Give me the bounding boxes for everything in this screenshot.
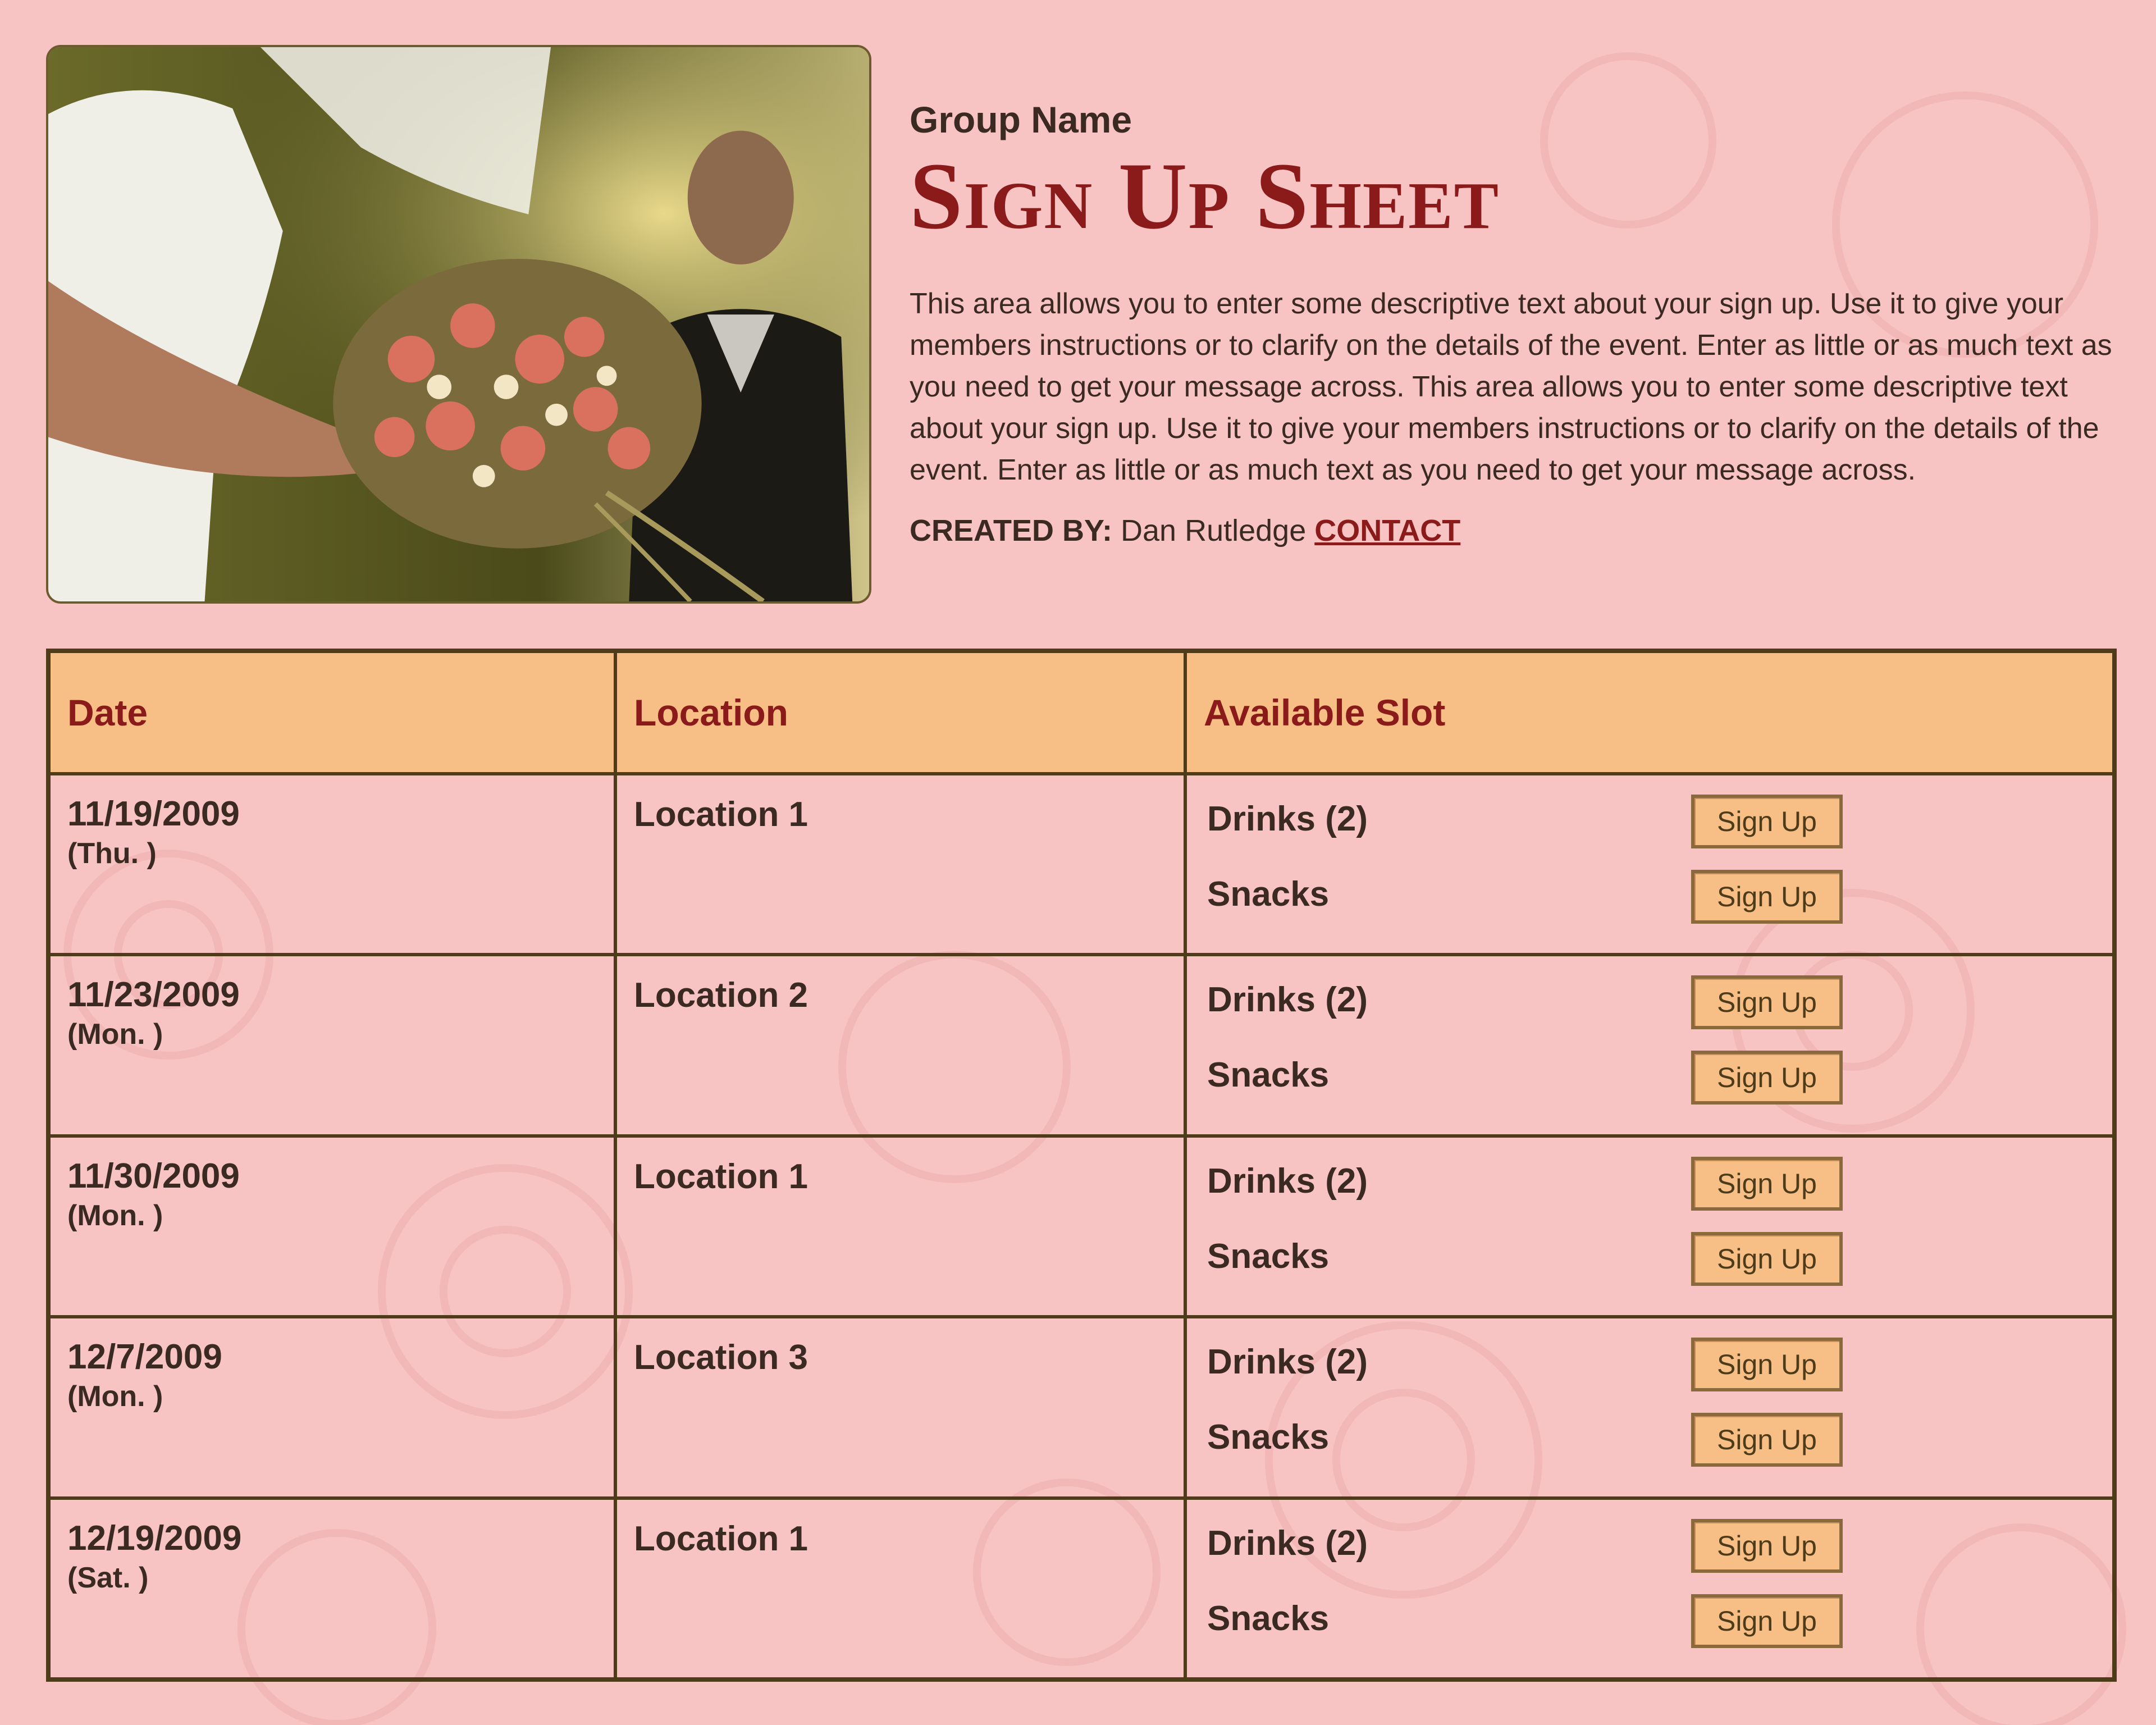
slot-row: Drinks (2) Sign Up [1204, 975, 2112, 1051]
sign-up-button[interactable]: Sign Up [1691, 975, 1843, 1030]
sign-up-button[interactable]: Sign Up [1691, 1518, 1843, 1573]
sign-up-button[interactable]: Sign Up [1691, 1413, 1843, 1467]
slot-row: Snacks Sign Up [1204, 870, 2112, 945]
slot-name: Drinks (2) [1207, 1161, 1368, 1201]
day-value: (Mon. ) [67, 1018, 163, 1051]
column-header-location: Location [614, 649, 1187, 775]
slot-cell: Drinks (2) Sign Up Snacks Sign Up [1184, 953, 2116, 1138]
sign-up-button[interactable]: Sign Up [1691, 870, 1843, 924]
table-row: 11/30/2009 (Mon. ) Location 1 Drinks (2)… [47, 1134, 2116, 1319]
location-cell: Location 3 [614, 1315, 1187, 1500]
slot-row: Snacks Sign Up [1204, 1051, 2112, 1126]
slot-row: Snacks Sign Up [1204, 1594, 2112, 1669]
sign-up-button[interactable]: Sign Up [1691, 1594, 1843, 1648]
day-value: (Sat. ) [67, 1561, 149, 1594]
location-value: Location 1 [634, 795, 808, 834]
location-value: Location 1 [634, 1519, 808, 1558]
slot-name: Drinks (2) [1207, 1343, 1368, 1382]
location-cell: Location 1 [614, 1134, 1187, 1319]
slot-name: Drinks (2) [1207, 980, 1368, 1020]
date-value: 11/23/2009 [67, 975, 240, 1015]
slot-cell: Drinks (2) Sign Up Snacks Sign Up [1184, 1496, 2116, 1682]
sign-up-button[interactable]: Sign Up [1691, 1051, 1843, 1105]
signup-table: Date Location Available Slot 11/19/2009 … [46, 649, 2117, 1682]
date-cell: 12/7/2009 (Mon. ) [47, 1315, 617, 1500]
created-by: CREATED BY: Dan Rutledge CONTACT [910, 513, 2122, 548]
slot-row: Drinks (2) Sign Up [1204, 1338, 2112, 1413]
slot-cell: Drinks (2) Sign Up Snacks Sign Up [1184, 772, 2116, 957]
slot-row: Snacks Sign Up [1204, 1413, 2112, 1488]
slot-name: Drinks (2) [1207, 1523, 1368, 1563]
table-row: 11/23/2009 (Mon. ) Location 2 Drinks (2)… [47, 953, 2116, 1138]
location-cell: Location 2 [614, 953, 1187, 1138]
sign-up-button[interactable]: Sign Up [1691, 795, 1843, 848]
date-value: 12/19/2009 [67, 1518, 242, 1558]
table-row: 11/19/2009 (Thu. ) Location 1 Drinks (2)… [47, 772, 2116, 957]
slot-row: Snacks Sign Up [1204, 1231, 2112, 1307]
date-cell: 11/23/2009 (Mon. ) [47, 953, 617, 1138]
location-cell: Location 1 [614, 1496, 1187, 1682]
table-header-row: Date Location Available Slot [47, 649, 2116, 775]
slot-name: Snacks [1207, 875, 1330, 914]
day-value: (Mon. ) [67, 1199, 163, 1232]
slot-name: Snacks [1207, 1236, 1330, 1276]
slot-name: Drinks (2) [1207, 800, 1368, 838]
group-name: Group Name [910, 99, 1132, 140]
day-value: (Mon. ) [67, 1380, 163, 1413]
date-cell: 12/19/2009 (Sat. ) [47, 1496, 617, 1682]
slot-name: Snacks [1207, 1599, 1330, 1638]
slot-row: Drinks (2) Sign Up [1204, 1156, 2112, 1232]
slot-name: Snacks [1207, 1056, 1330, 1095]
sheet-header: Group Name Sign Up Sheet This area allow… [910, 101, 2122, 548]
sign-up-button[interactable]: Sign Up [1691, 1338, 1843, 1392]
slot-name: Snacks [1207, 1418, 1330, 1457]
date-value: 11/19/2009 [67, 795, 240, 833]
day-value: (Thu. ) [67, 837, 157, 870]
wedding-photo [46, 45, 871, 604]
slot-row: Drinks (2) Sign Up [1204, 1518, 2112, 1594]
description-text: This area allows you to enter some descr… [910, 288, 2112, 486]
date-cell: 11/30/2009 (Mon. ) [47, 1134, 617, 1319]
location-value: Location 1 [634, 1157, 808, 1196]
column-header-date: Date [47, 649, 617, 775]
column-header-available-slot: Available Slot [1184, 649, 2116, 775]
location-cell: Location 1 [614, 772, 1187, 957]
location-value: Location 3 [634, 1338, 808, 1377]
sign-up-button[interactable]: Sign Up [1691, 1231, 1843, 1286]
date-cell: 11/19/2009 (Thu. ) [47, 772, 617, 957]
table-row: 12/7/2009 (Mon. ) Location 3 Drinks (2) … [47, 1315, 2116, 1500]
location-value: Location 2 [634, 976, 808, 1015]
table-row: 12/19/2009 (Sat. ) Location 1 Drinks (2)… [47, 1496, 2116, 1682]
created-by-name: Dan Rutledge [1121, 514, 1307, 547]
sign-up-button[interactable]: Sign Up [1691, 1156, 1843, 1211]
slot-row: Drinks (2) Sign Up [1204, 795, 2112, 870]
date-value: 11/30/2009 [67, 1156, 240, 1195]
date-value: 12/7/2009 [67, 1338, 222, 1377]
created-by-label: CREATED BY: [910, 514, 1112, 547]
page-title: Sign Up Sheet [910, 143, 1500, 249]
contact-link[interactable]: CONTACT [1314, 514, 1460, 547]
slot-cell: Drinks (2) Sign Up Snacks Sign Up [1184, 1315, 2116, 1500]
slot-cell: Drinks (2) Sign Up Snacks Sign Up [1184, 1134, 2116, 1319]
